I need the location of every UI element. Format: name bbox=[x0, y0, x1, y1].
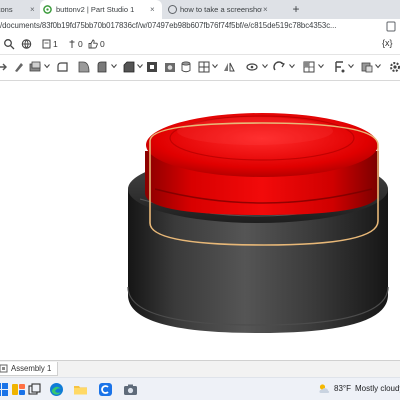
windows-taskbar: 83°F Mostly cloudy bbox=[0, 377, 400, 400]
arrow-icon[interactable] bbox=[0, 60, 10, 74]
chevron-down-icon[interactable] bbox=[137, 63, 143, 69]
tab-buttons[interactable]: buttons × bbox=[0, 0, 40, 19]
comments-button[interactable]: 0 bbox=[68, 39, 83, 49]
shell-icon[interactable] bbox=[145, 60, 159, 74]
close-icon[interactable]: × bbox=[263, 5, 268, 14]
tab-screenshot-help[interactable]: how to take a screenshot on an e × bbox=[164, 0, 274, 19]
mirror-icon[interactable] bbox=[222, 60, 236, 74]
plane-icon[interactable] bbox=[197, 60, 211, 74]
split-icon[interactable] bbox=[302, 60, 316, 74]
close-icon[interactable]: × bbox=[30, 5, 35, 14]
revolve-icon[interactable] bbox=[77, 60, 91, 74]
share-icon[interactable] bbox=[21, 38, 32, 50]
hole-icon[interactable] bbox=[163, 60, 177, 74]
transform-icon[interactable] bbox=[332, 60, 346, 74]
derived-icon[interactable] bbox=[360, 60, 374, 74]
widgets-icon[interactable] bbox=[11, 382, 26, 397]
tab-assembly[interactable]: Assembly 1 bbox=[0, 362, 59, 376]
comments-count: 0 bbox=[78, 39, 83, 49]
boolean-icon[interactable] bbox=[272, 60, 286, 74]
likes-count: 0 bbox=[100, 39, 105, 49]
weather-icon bbox=[319, 384, 330, 393]
search-icon[interactable] bbox=[3, 38, 15, 50]
onshape-favicon bbox=[43, 5, 52, 14]
browser-tab-strip: buttons × buttonv2 | Part Studio 1 × how… bbox=[0, 0, 400, 19]
tab-title: buttonv2 | Part Studio 1 bbox=[56, 5, 135, 14]
pin-icon bbox=[69, 40, 75, 48]
camera-icon[interactable] bbox=[123, 382, 138, 397]
temperature: 83°F bbox=[334, 384, 351, 393]
feature-toolbar bbox=[0, 55, 400, 81]
chevron-down-icon[interactable] bbox=[375, 63, 381, 69]
cap-gloss bbox=[177, 117, 333, 145]
thumbs-up-icon bbox=[88, 39, 98, 49]
chevron-down-icon[interactable] bbox=[212, 63, 218, 69]
url-text[interactable]: /documents/83f0b19fd75bb70b017836cf/w/07… bbox=[0, 21, 336, 30]
new-tab-button[interactable]: + bbox=[288, 2, 304, 17]
chevron-down-icon[interactable] bbox=[289, 63, 295, 69]
chevron-down-icon[interactable] bbox=[318, 63, 324, 69]
document-tabs-bar: Assembly 1 bbox=[0, 360, 400, 377]
edge-icon[interactable] bbox=[49, 382, 64, 397]
pattern-icon[interactable] bbox=[245, 60, 259, 74]
close-icon[interactable]: × bbox=[150, 5, 155, 14]
sketch-icon[interactable] bbox=[28, 60, 42, 74]
task-view-icon[interactable] bbox=[27, 382, 42, 397]
chevron-down-icon[interactable] bbox=[348, 63, 354, 69]
document-icon bbox=[42, 39, 51, 49]
settings-icon[interactable] bbox=[388, 60, 400, 74]
globe-icon bbox=[168, 5, 177, 14]
versions-button[interactable]: 1 bbox=[42, 39, 58, 49]
tab-title: how to take a screenshot on an e bbox=[180, 5, 262, 14]
cylinder-icon[interactable] bbox=[179, 60, 193, 74]
chevron-down-icon[interactable] bbox=[111, 63, 117, 69]
tab-title: buttons bbox=[0, 5, 13, 14]
bookmark-star-icon[interactable] bbox=[384, 19, 398, 33]
tab-part-studio[interactable]: buttonv2 | Part Studio 1 × bbox=[40, 0, 162, 19]
variable-icon[interactable]: {x} bbox=[382, 38, 393, 48]
address-bar[interactable]: /documents/83f0b19fd75bb70b017836cf/w/07… bbox=[0, 19, 400, 33]
windows-start-icon[interactable] bbox=[0, 382, 9, 397]
chevron-down-icon[interactable] bbox=[262, 63, 268, 69]
file-explorer-icon[interactable] bbox=[73, 382, 88, 397]
fillet-icon[interactable] bbox=[95, 60, 109, 74]
graphics-viewport[interactable] bbox=[0, 81, 400, 360]
document-toolbar: 1 0 0 {x} bbox=[0, 33, 400, 55]
weather-text: Mostly cloudy bbox=[354, 384, 400, 393]
assembly-tab-label: Assembly 1 bbox=[11, 364, 52, 373]
versions-count: 1 bbox=[53, 39, 58, 49]
like-button[interactable]: 0 bbox=[88, 39, 105, 49]
brush-icon[interactable] bbox=[12, 60, 26, 74]
button-model[interactable] bbox=[0, 81, 400, 360]
chevron-down-icon[interactable] bbox=[44, 63, 50, 69]
chrome-icon[interactable] bbox=[98, 382, 113, 397]
extrude-icon[interactable] bbox=[56, 60, 70, 74]
assembly-icon bbox=[0, 364, 8, 373]
weather-widget[interactable]: 83°F Mostly cloudy bbox=[318, 383, 400, 394]
chamfer-icon[interactable] bbox=[122, 60, 136, 74]
